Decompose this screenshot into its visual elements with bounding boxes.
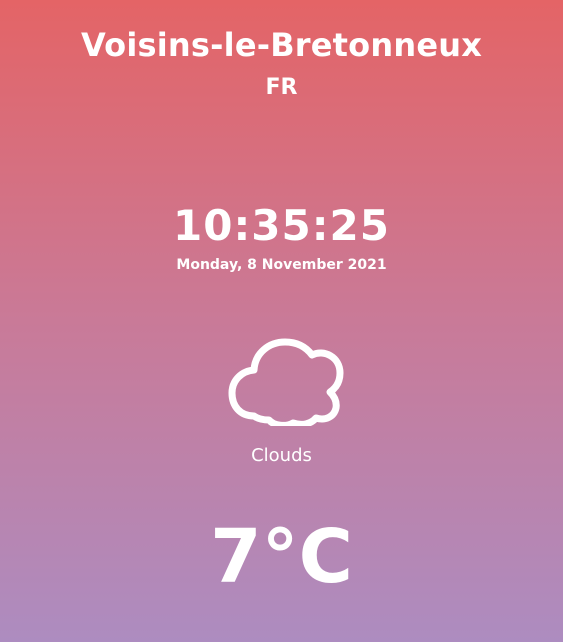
- temperature: 7°C: [210, 514, 353, 600]
- city-name: Voisins-le-Bretonneux: [80, 26, 483, 64]
- current-time: 10:35:25: [173, 201, 390, 250]
- country-code: FR: [265, 75, 298, 100]
- cloud-icon: [224, 330, 348, 426]
- weather-widget: Voisins-le-Bretonneux FR 10:35:25 Monday…: [0, 0, 563, 642]
- current-date: Monday, 8 November 2021: [176, 257, 387, 273]
- weather-condition: Clouds: [251, 445, 312, 466]
